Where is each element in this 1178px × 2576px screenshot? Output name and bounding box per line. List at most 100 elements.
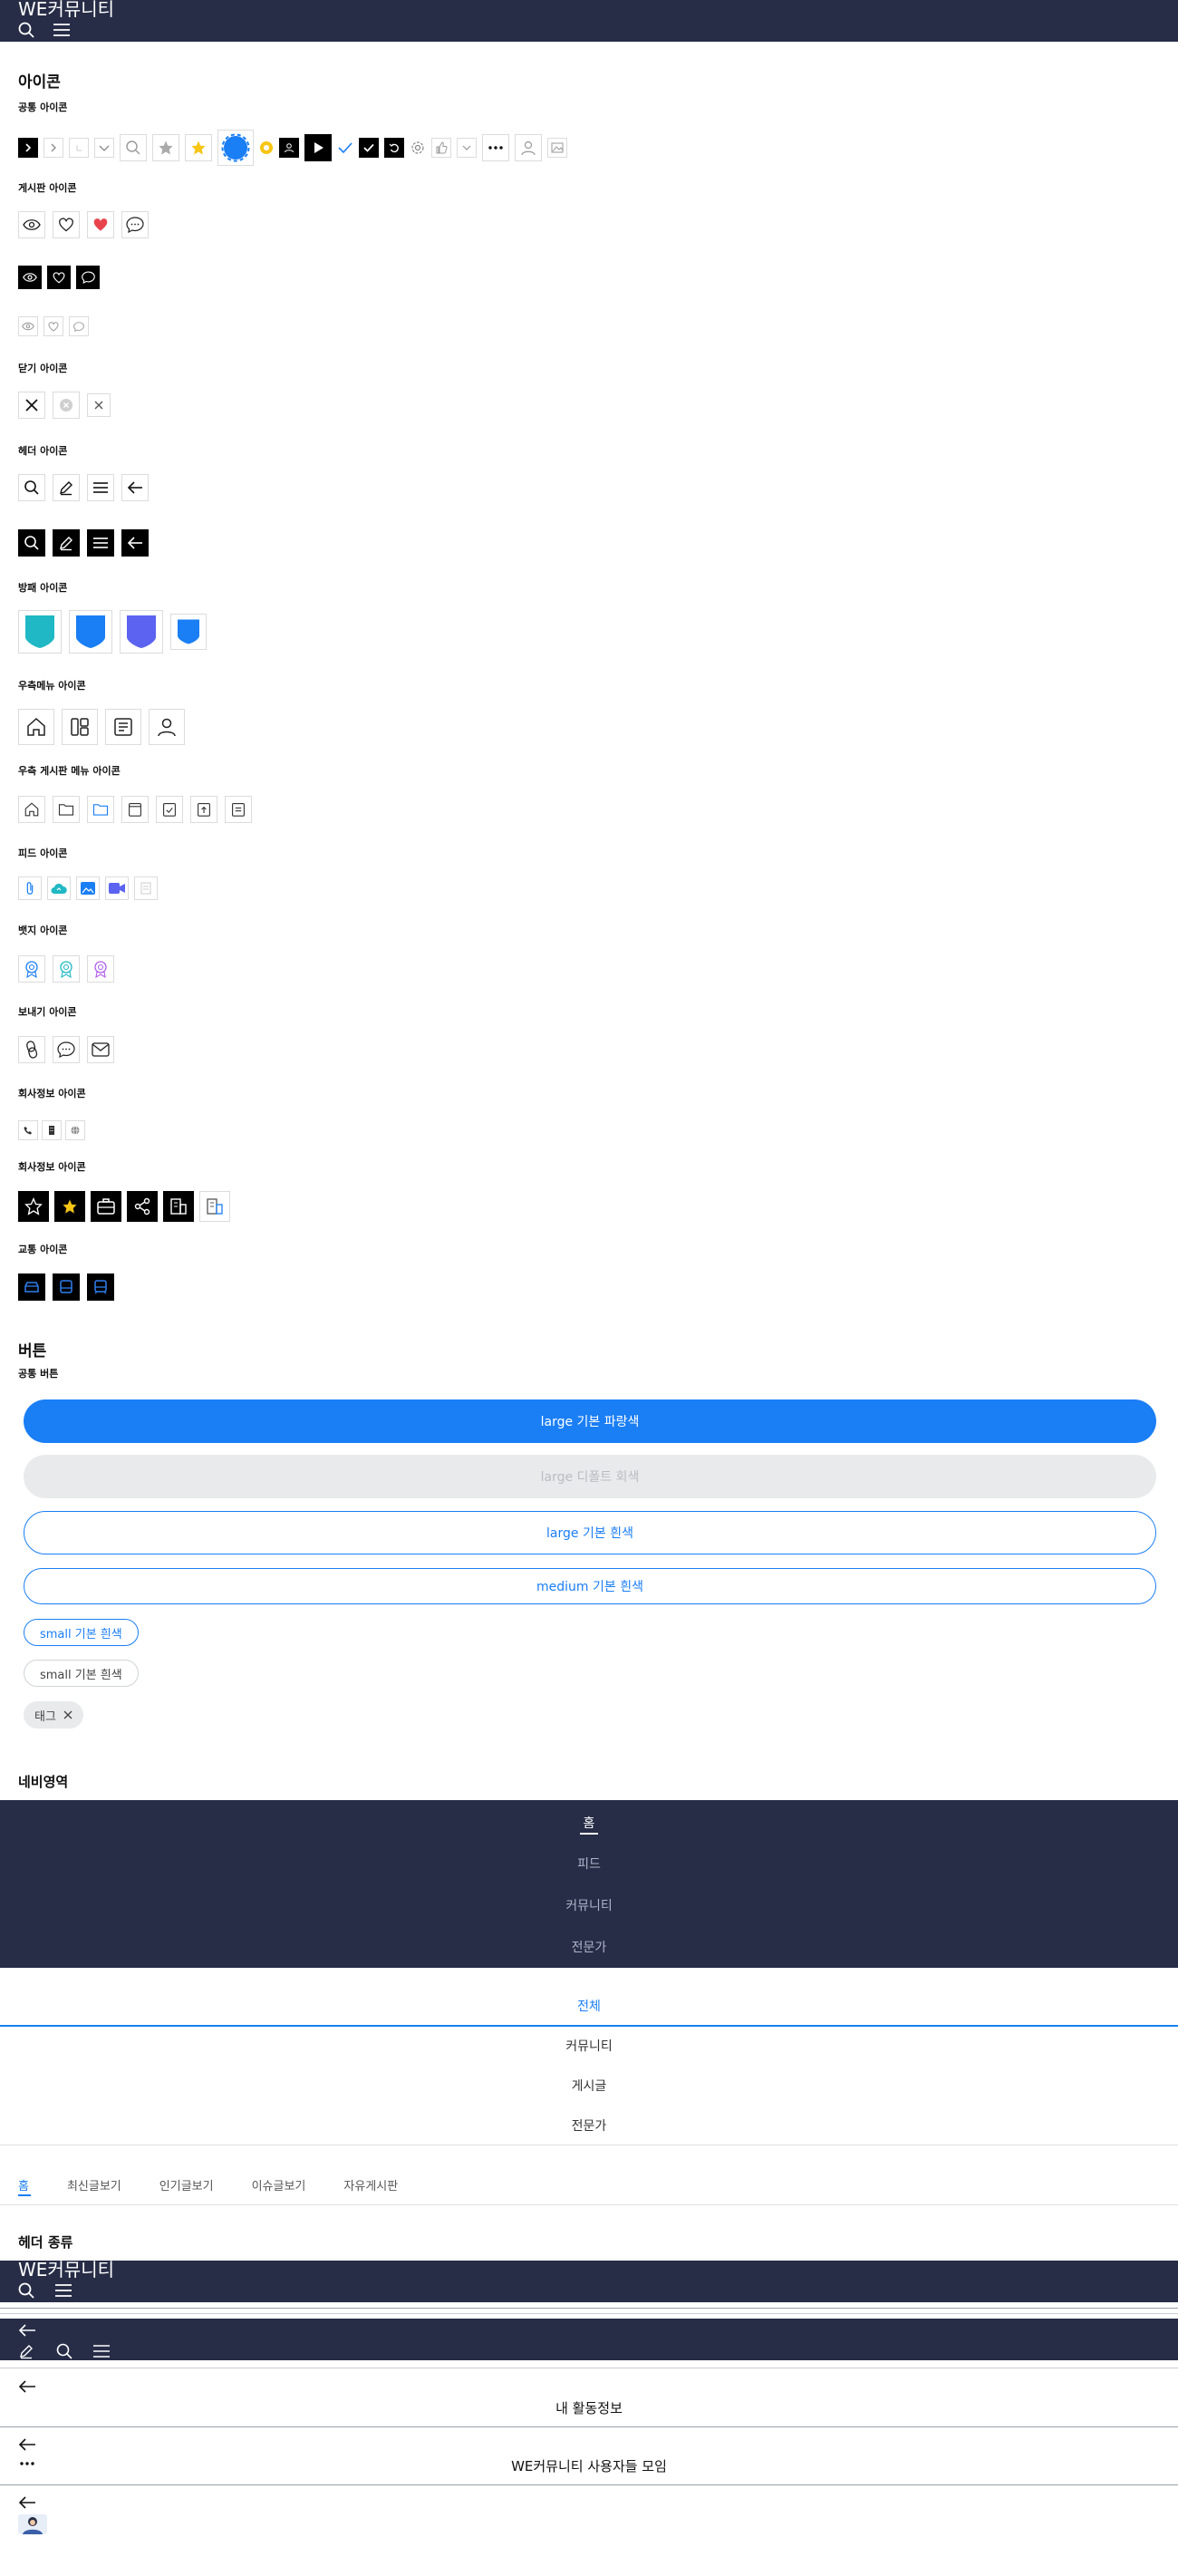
company-building-icon[interactable] — [163, 1191, 194, 1222]
arrow-left-icon[interactable] — [18, 2324, 36, 2337]
mail-icon[interactable] — [87, 1036, 114, 1063]
link-icon[interactable] — [18, 1036, 45, 1063]
tab-home[interactable]: 홈 — [18, 2176, 31, 2196]
tab-issue[interactable]: 이슈글보기 — [252, 2176, 306, 2193]
gnb-dark-item-home[interactable]: 홈 — [0, 1814, 1178, 1832]
globe-icon[interactable] — [65, 1120, 85, 1140]
play-icon[interactable] — [304, 134, 332, 161]
arrow-left-icon[interactable] — [18, 2496, 36, 2509]
eye-icon[interactable] — [18, 266, 42, 289]
layout-icon[interactable] — [62, 709, 98, 745]
menu-icon[interactable] — [87, 529, 114, 557]
large-disabled-button[interactable]: large 디폴트 회색 — [24, 1455, 1156, 1498]
chevron-down-icon[interactable] — [457, 138, 477, 158]
gnb-light-item-expert[interactable]: 전문가 — [0, 2116, 1178, 2135]
tab-latest[interactable]: 최신글보기 — [67, 2176, 121, 2193]
car-icon[interactable] — [18, 1273, 45, 1301]
medium-white-button[interactable]: medium 기본 흰색 — [24, 1568, 1156, 1604]
small-white-gray-button[interactable]: small 기본 흰색 — [24, 1660, 139, 1687]
comment-icon[interactable] — [76, 266, 100, 289]
search-icon[interactable] — [18, 2282, 34, 2299]
refresh-icon[interactable] — [384, 138, 404, 158]
heart-icon[interactable] — [43, 316, 63, 336]
shield-blue-small-icon[interactable] — [170, 614, 207, 650]
chevron-down-icon[interactable] — [94, 138, 114, 158]
image-icon[interactable] — [76, 876, 100, 900]
more-icon[interactable] — [482, 134, 509, 161]
arrow-left-icon[interactable] — [121, 474, 149, 501]
menu-icon[interactable] — [53, 22, 71, 38]
small-white-blue-button[interactable]: small 기본 흰색 — [24, 1619, 139, 1646]
cloud-upload-icon[interactable] — [47, 876, 71, 900]
large-white-button[interactable]: large 기본 흰색 — [24, 1511, 1156, 1554]
arrow-left-icon[interactable] — [18, 2380, 36, 2393]
check-box-icon[interactable] — [359, 138, 379, 158]
thumbs-up-icon[interactable] — [431, 138, 451, 158]
chevron-right-icon[interactable] — [18, 138, 38, 158]
home-icon[interactable] — [18, 709, 54, 745]
share-icon[interactable] — [127, 1191, 158, 1222]
edit-icon[interactable] — [18, 2343, 34, 2359]
close-icon[interactable] — [63, 1710, 72, 1719]
tag-chip[interactable]: 태그 — [24, 1701, 83, 1729]
search-icon[interactable] — [18, 474, 45, 501]
heart-icon[interactable] — [47, 266, 71, 289]
list-icon[interactable] — [225, 796, 252, 823]
train-icon[interactable] — [87, 1273, 114, 1301]
tab-free-board[interactable]: 자유게시판 — [343, 2176, 398, 2193]
image-icon[interactable] — [547, 138, 567, 158]
badge-gear-icon[interactable] — [217, 130, 254, 166]
folder-blue-icon[interactable] — [87, 796, 114, 823]
comment-icon[interactable] — [121, 211, 149, 238]
home-icon[interactable] — [18, 796, 45, 823]
gnb-dark-item-feed[interactable]: 피드 — [0, 1855, 1178, 1873]
video-icon[interactable] — [105, 876, 129, 900]
box-star-icon[interactable] — [121, 796, 149, 823]
badge-blue-icon[interactable] — [18, 955, 45, 983]
close-icon[interactable] — [87, 393, 111, 417]
bus-icon[interactable] — [53, 1273, 80, 1301]
shield-teal-icon[interactable] — [18, 610, 62, 654]
check-icon[interactable] — [337, 141, 353, 154]
close-circle-icon[interactable] — [53, 392, 80, 419]
news-icon[interactable] — [105, 709, 141, 745]
menu-icon[interactable] — [54, 2283, 72, 2298]
menu-icon[interactable] — [87, 474, 114, 501]
phone-icon[interactable] — [18, 1120, 38, 1140]
chat-icon[interactable] — [53, 1036, 80, 1063]
edit-icon[interactable] — [53, 474, 80, 501]
corner-icon[interactable] — [69, 138, 89, 158]
heart-filled-icon[interactable] — [87, 211, 114, 238]
arrow-left-icon[interactable] — [18, 2438, 36, 2451]
search-icon[interactable] — [18, 22, 34, 38]
heart-icon[interactable] — [53, 211, 80, 238]
gnb-light-item-all[interactable]: 전체 — [0, 1997, 1178, 2015]
comment-icon[interactable] — [69, 316, 89, 336]
user-icon[interactable] — [149, 709, 185, 745]
search-icon[interactable] — [18, 529, 45, 557]
avatar[interactable] — [18, 2514, 47, 2534]
app-logo[interactable]: WE커뮤니티 — [18, 2261, 114, 2279]
edit-icon[interactable] — [53, 529, 80, 557]
star-empty-icon[interactable] — [152, 134, 179, 161]
menu-icon[interactable] — [92, 2344, 111, 2358]
large-blue-button[interactable]: large 기본 파랑색 — [24, 1399, 1156, 1443]
folder-icon[interactable] — [53, 796, 80, 823]
chevron-right-icon[interactable] — [43, 138, 63, 158]
star-filled-icon[interactable] — [54, 1191, 85, 1222]
document-icon[interactable] — [134, 876, 158, 900]
star-outline-icon[interactable] — [18, 1191, 49, 1222]
eye-icon[interactable] — [18, 211, 45, 238]
user-icon[interactable] — [279, 138, 299, 158]
shield-blue-icon[interactable] — [69, 610, 112, 654]
gnb-light-item-community[interactable]: 커뮤니티 — [0, 2037, 1178, 2055]
attachment-icon[interactable] — [18, 876, 42, 900]
close-icon[interactable] — [18, 392, 45, 419]
settings-icon[interactable] — [410, 140, 426, 156]
user-icon[interactable] — [515, 134, 542, 161]
shield-indigo-icon[interactable] — [120, 610, 163, 654]
search-icon[interactable] — [56, 2343, 72, 2359]
box-check-icon[interactable] — [156, 796, 183, 823]
gnb-light-item-post[interactable]: 게시글 — [0, 2077, 1178, 2095]
app-logo[interactable]: WE커뮤니티 — [18, 0, 114, 18]
